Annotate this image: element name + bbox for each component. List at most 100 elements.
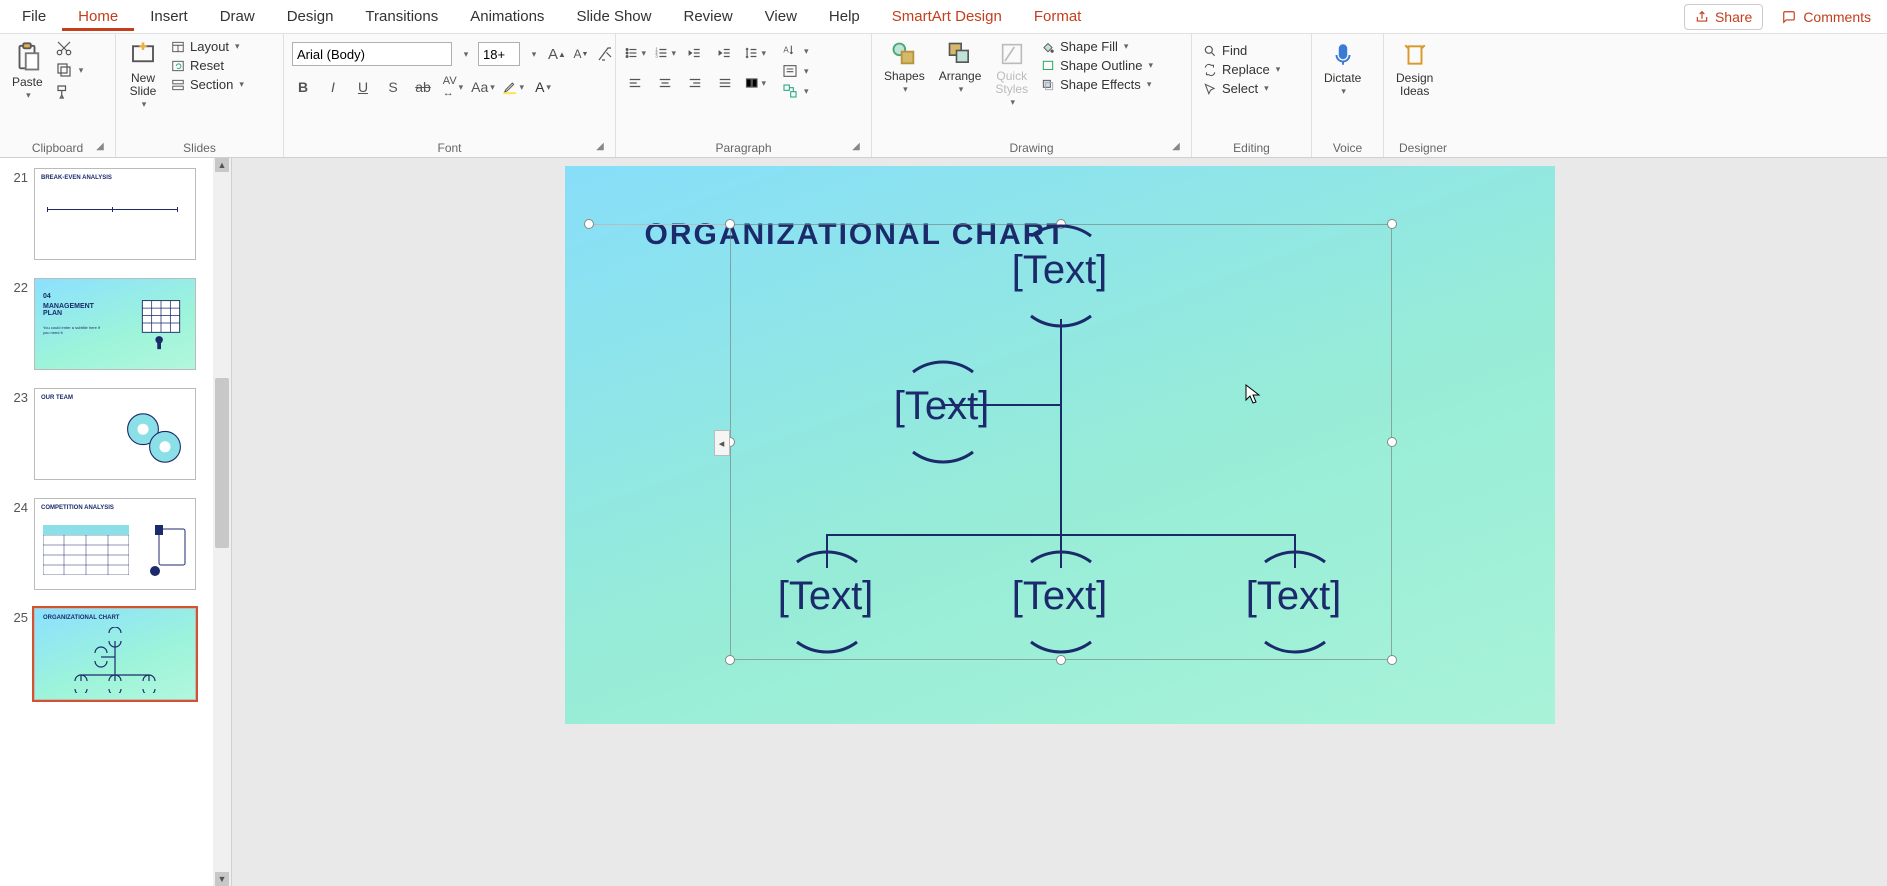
- font-size-input[interactable]: [478, 42, 520, 66]
- justify-button[interactable]: [714, 72, 736, 94]
- scroll-up-icon[interactable]: ▲: [215, 158, 229, 172]
- layout-button[interactable]: Layout: [168, 38, 246, 55]
- clipboard-dialog-launcher[interactable]: ◢: [93, 141, 107, 155]
- menu-design[interactable]: Design: [271, 2, 350, 31]
- node-assist-text[interactable]: [Text]: [872, 384, 1012, 429]
- dictate-button[interactable]: Dictate: [1320, 38, 1365, 99]
- rotation-handle[interactable]: [584, 219, 594, 229]
- thumb-row-25[interactable]: 25 ORGANIZATIONAL CHART: [0, 604, 231, 714]
- handle-ne[interactable]: [1387, 219, 1397, 229]
- shape-fill-button[interactable]: Shape Fill: [1038, 38, 1155, 55]
- highlight-button[interactable]: [502, 76, 524, 98]
- handle-sw[interactable]: [725, 655, 735, 665]
- arrange-button[interactable]: Arrange: [935, 38, 986, 97]
- thumbs-scrollbar[interactable]: ▲ ▼: [213, 158, 231, 886]
- decrease-indent-button[interactable]: [684, 42, 706, 64]
- node-c3-text[interactable]: [Text]: [1224, 574, 1364, 619]
- font-name-input[interactable]: [292, 42, 452, 66]
- design-ideas-button[interactable]: Design Ideas: [1392, 38, 1437, 100]
- new-slide-button[interactable]: New Slide: [124, 38, 162, 112]
- handle-se[interactable]: [1387, 655, 1397, 665]
- cut-button[interactable]: [53, 38, 86, 58]
- paragraph-dialog-launcher[interactable]: ◢: [849, 141, 863, 155]
- clear-formatting-button[interactable]: [594, 43, 616, 65]
- paste-icon: [12, 40, 42, 74]
- bold-button[interactable]: B: [292, 76, 314, 98]
- strikethrough-button[interactable]: ab: [412, 76, 434, 98]
- paste-button[interactable]: Paste: [8, 38, 47, 103]
- menu-format[interactable]: Format: [1018, 2, 1098, 31]
- decrease-font-button[interactable]: A▼: [570, 43, 592, 65]
- shape-outline-button[interactable]: Shape Outline: [1038, 57, 1155, 74]
- handle-e[interactable]: [1387, 437, 1397, 447]
- align-text-button[interactable]: [780, 62, 811, 80]
- columns-button[interactable]: [744, 72, 766, 94]
- format-painter-button[interactable]: [53, 82, 86, 102]
- align-center-button[interactable]: [654, 72, 676, 94]
- underline-button[interactable]: U: [352, 76, 374, 98]
- copy-button[interactable]: [53, 60, 86, 80]
- thumb-22[interactable]: 04 MANAGEMENT PLAN You could enter a sub…: [34, 278, 196, 370]
- thumb-number: 22: [6, 278, 28, 295]
- thumb-23[interactable]: OUR TEAM: [34, 388, 196, 480]
- node-c2-text[interactable]: [Text]: [990, 574, 1130, 619]
- align-right-button[interactable]: [684, 72, 706, 94]
- thumb-21[interactable]: BREAK-EVEN ANALYSIS: [34, 168, 196, 260]
- font-size-dropdown[interactable]: [522, 43, 544, 65]
- menu-review[interactable]: Review: [667, 2, 748, 31]
- drawing-dialog-launcher[interactable]: ◢: [1169, 141, 1183, 155]
- italic-button[interactable]: I: [322, 76, 344, 98]
- handle-nw[interactable]: [725, 219, 735, 229]
- shape-effects-button[interactable]: Shape Effects: [1038, 76, 1155, 93]
- format-painter-icon: [55, 83, 73, 101]
- menu-draw[interactable]: Draw: [204, 2, 271, 31]
- menu-view[interactable]: View: [749, 2, 813, 31]
- menu-animations[interactable]: Animations: [454, 2, 560, 31]
- change-case-button[interactable]: Aa: [472, 76, 494, 98]
- find-button[interactable]: Find: [1200, 42, 1282, 59]
- font-name-dropdown[interactable]: [454, 43, 476, 65]
- font-color-button[interactable]: A: [532, 76, 554, 98]
- menu-smartart-design[interactable]: SmartArt Design: [876, 2, 1018, 31]
- quick-styles-button[interactable]: Quick Styles: [991, 38, 1032, 110]
- font-dialog-launcher[interactable]: ◢: [593, 141, 607, 155]
- menu-insert[interactable]: Insert: [134, 2, 204, 31]
- char-spacing-button[interactable]: AV↔: [442, 76, 464, 98]
- group-paragraph: 123 A Paragraph◢: [616, 34, 872, 157]
- select-button[interactable]: Select: [1200, 80, 1282, 97]
- menu-help[interactable]: Help: [813, 2, 876, 31]
- menu-transitions[interactable]: Transitions: [349, 2, 454, 31]
- menu-home[interactable]: Home: [62, 2, 134, 31]
- scroll-thumb[interactable]: [215, 378, 229, 548]
- align-left-button[interactable]: [624, 72, 646, 94]
- increase-font-button[interactable]: A▲: [546, 43, 568, 65]
- numbering-button[interactable]: 123: [654, 42, 676, 64]
- shadow-button[interactable]: S: [382, 76, 404, 98]
- section-button[interactable]: Section: [168, 76, 246, 93]
- shapes-button[interactable]: Shapes: [880, 38, 929, 97]
- thumb-row-23[interactable]: 23 OUR TEAM: [0, 384, 231, 494]
- menu-file[interactable]: File: [6, 2, 62, 31]
- line-spacing-button[interactable]: [744, 42, 766, 64]
- slide[interactable]: ORGANIZATIONAL CHART ◂: [565, 166, 1555, 724]
- text-direction-button[interactable]: A: [780, 42, 811, 60]
- menu-slideshow[interactable]: Slide Show: [560, 2, 667, 31]
- smartart-text-pane-toggle[interactable]: ◂: [714, 430, 730, 456]
- thumb-25[interactable]: ORGANIZATIONAL CHART: [34, 608, 196, 700]
- smartart-selection[interactable]: ◂ [Text] [Text] [Text] [Text] [Text]: [730, 224, 1392, 660]
- scroll-down-icon[interactable]: ▼: [215, 872, 229, 886]
- reset-button[interactable]: Reset: [168, 57, 246, 74]
- node-top-text[interactable]: [Text]: [990, 248, 1130, 293]
- comments-button[interactable]: Comments: [1771, 5, 1881, 29]
- slide-canvas-area[interactable]: ORGANIZATIONAL CHART ◂: [232, 158, 1887, 886]
- increase-indent-button[interactable]: [714, 42, 736, 64]
- node-c1-text[interactable]: [Text]: [756, 574, 896, 619]
- convert-smartart-button[interactable]: [780, 82, 811, 100]
- thumb-row-24[interactable]: 24 COMPETITION ANALYSIS: [0, 494, 231, 604]
- replace-button[interactable]: Replace: [1200, 61, 1282, 78]
- share-button[interactable]: Share: [1684, 4, 1763, 30]
- thumb-row-21[interactable]: 21 BREAK-EVEN ANALYSIS: [0, 164, 231, 274]
- bullets-button[interactable]: [624, 42, 646, 64]
- thumb-row-22[interactable]: 22 04 MANAGEMENT PLAN You could enter a …: [0, 274, 231, 384]
- thumb-24[interactable]: COMPETITION ANALYSIS: [34, 498, 196, 590]
